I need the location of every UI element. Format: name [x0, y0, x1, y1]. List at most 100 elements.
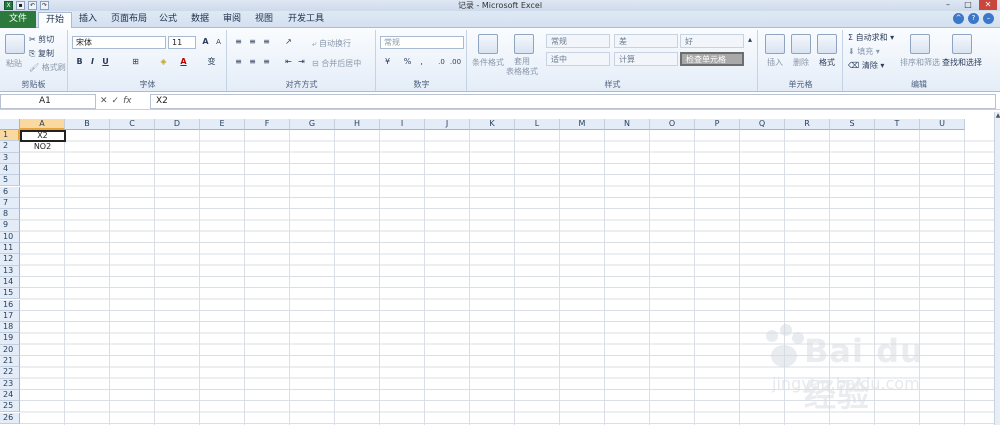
- select-all-corner[interactable]: [0, 119, 20, 130]
- column-header-u[interactable]: U: [920, 119, 965, 130]
- row-header-12[interactable]: 12: [0, 254, 20, 266]
- column-header-i[interactable]: I: [380, 119, 425, 130]
- row-header-9[interactable]: 9: [0, 220, 20, 232]
- format-cells-icon[interactable]: [817, 34, 837, 54]
- find-select-button[interactable]: 查找和选择: [942, 57, 982, 68]
- tab-insert[interactable]: 插入: [72, 12, 104, 28]
- row-header-3[interactable]: 3: [0, 152, 20, 164]
- tab-developer[interactable]: 开发工具: [281, 12, 331, 28]
- tab-data[interactable]: 数据: [184, 12, 216, 28]
- row-header-25[interactable]: 25: [0, 401, 20, 413]
- row-header-13[interactable]: 13: [0, 265, 20, 277]
- close-icon[interactable]: ✕: [979, 0, 997, 10]
- row-header-2[interactable]: 2: [0, 141, 20, 153]
- tab-home[interactable]: 开始: [38, 12, 73, 29]
- clear-button[interactable]: ⌫ 清除 ▾: [848, 60, 884, 71]
- enter-icon[interactable]: ✓: [112, 94, 120, 109]
- column-header-b[interactable]: B: [65, 119, 110, 130]
- row-header-8[interactable]: 8: [0, 209, 20, 221]
- name-box[interactable]: A1: [0, 94, 96, 109]
- row-header-15[interactable]: 15: [0, 288, 20, 300]
- column-header-c[interactable]: C: [110, 119, 155, 130]
- row-header-17[interactable]: 17: [0, 310, 20, 323]
- column-header-o[interactable]: O: [650, 119, 695, 130]
- row-header-22[interactable]: 22: [0, 367, 20, 379]
- delete-cells-button[interactable]: 删除: [793, 57, 809, 68]
- workbook-minimize-icon[interactable]: –: [983, 13, 994, 24]
- column-header-t[interactable]: T: [875, 119, 920, 130]
- row-header-6[interactable]: 6: [0, 186, 20, 198]
- number-format-select[interactable]: 常规: [380, 36, 464, 49]
- row-header-21[interactable]: 21: [0, 356, 20, 368]
- tab-formulas[interactable]: 公式: [152, 12, 184, 28]
- style-calculation[interactable]: 计算: [614, 52, 678, 66]
- conditional-format-button[interactable]: 条件格式: [472, 57, 504, 68]
- row-header-23[interactable]: 23: [0, 378, 20, 390]
- style-neutral[interactable]: 适中: [546, 52, 610, 66]
- row-header-24[interactable]: 24: [0, 389, 20, 402]
- underline-button[interactable]: U: [99, 56, 112, 68]
- italic-button[interactable]: I: [86, 56, 99, 68]
- minimize-icon[interactable]: –: [939, 0, 957, 10]
- row-header-7[interactable]: 7: [0, 197, 20, 210]
- tab-view[interactable]: 视图: [248, 12, 280, 28]
- column-header-m[interactable]: M: [560, 119, 605, 130]
- row-header-5[interactable]: 5: [0, 175, 20, 187]
- comma-button[interactable]: ,: [415, 56, 428, 68]
- collapse-ribbon-icon[interactable]: ^: [953, 13, 964, 24]
- format-painter-button[interactable]: 🖌 格式刷: [29, 62, 66, 73]
- align-center-icon[interactable]: ≡: [246, 56, 259, 68]
- insert-cells-button[interactable]: 插入: [767, 57, 783, 68]
- tab-page-layout[interactable]: 页面布局: [104, 12, 154, 28]
- cut-button[interactable]: ✂ 剪切: [29, 34, 54, 45]
- row-header-14[interactable]: 14: [0, 276, 20, 289]
- formula-input[interactable]: X2: [150, 94, 996, 109]
- font-color-button[interactable]: A: [177, 56, 190, 68]
- column-header-q[interactable]: Q: [740, 119, 785, 130]
- style-normal[interactable]: 常规: [546, 34, 610, 48]
- tab-review[interactable]: 审阅: [216, 12, 248, 28]
- column-header-e[interactable]: E: [200, 119, 245, 130]
- row-header-26[interactable]: 26: [0, 412, 20, 424]
- column-header-h[interactable]: H: [335, 119, 380, 130]
- column-header-g[interactable]: G: [290, 119, 335, 130]
- style-good[interactable]: 好: [680, 34, 744, 48]
- currency-icon[interactable]: ¥: [381, 56, 394, 68]
- border-icon[interactable]: ⊞: [129, 56, 142, 68]
- column-header-k[interactable]: K: [470, 119, 515, 130]
- shrink-font-button[interactable]: A: [212, 36, 225, 48]
- maximize-icon[interactable]: □: [959, 0, 977, 10]
- column-header-j[interactable]: J: [425, 119, 470, 130]
- scroll-up-icon[interactable]: ▲: [995, 112, 1000, 120]
- format-as-table-icon[interactable]: [514, 34, 534, 54]
- find-select-icon[interactable]: [952, 34, 972, 54]
- row-header-4[interactable]: 4: [0, 163, 20, 176]
- grow-font-button[interactable]: A: [199, 36, 212, 48]
- conditional-format-icon[interactable]: [478, 34, 498, 54]
- column-header-a[interactable]: A: [20, 119, 65, 130]
- styles-scroll-icon[interactable]: ▴: [746, 34, 754, 46]
- font-size-select[interactable]: 11: [168, 36, 196, 49]
- column-header-s[interactable]: S: [830, 119, 875, 130]
- percent-button[interactable]: %: [401, 56, 414, 68]
- wrap-text-button[interactable]: ⤶ 自动换行: [312, 38, 351, 49]
- font-name-select[interactable]: 宋体: [72, 36, 166, 49]
- column-header-n[interactable]: N: [605, 119, 650, 130]
- row-header-20[interactable]: 20: [0, 344, 20, 356]
- sort-filter-icon[interactable]: [910, 34, 930, 54]
- paste-button[interactable]: 粘贴: [6, 58, 22, 69]
- orientation-icon[interactable]: ↗: [282, 36, 295, 48]
- insert-function-button[interactable]: fx: [123, 94, 132, 109]
- insert-cells-icon[interactable]: [765, 34, 785, 54]
- row-header-18[interactable]: 18: [0, 322, 20, 334]
- increase-indent-icon[interactable]: ⇥: [295, 56, 308, 68]
- tab-file[interactable]: 文件: [0, 11, 36, 28]
- row-header-11[interactable]: 11: [0, 243, 20, 255]
- style-check-cell[interactable]: 检查单元格: [680, 52, 744, 66]
- autosum-button[interactable]: Σ 自动求和 ▾: [848, 32, 894, 43]
- row-header-10[interactable]: 10: [0, 231, 20, 243]
- merge-center-button[interactable]: ⊟ 合并后居中: [312, 58, 361, 69]
- sort-filter-button[interactable]: 排序和筛选: [900, 57, 940, 68]
- fill-color-icon[interactable]: ◈: [157, 56, 170, 68]
- format-as-table-button[interactable]: 套用 表格格式: [506, 57, 538, 77]
